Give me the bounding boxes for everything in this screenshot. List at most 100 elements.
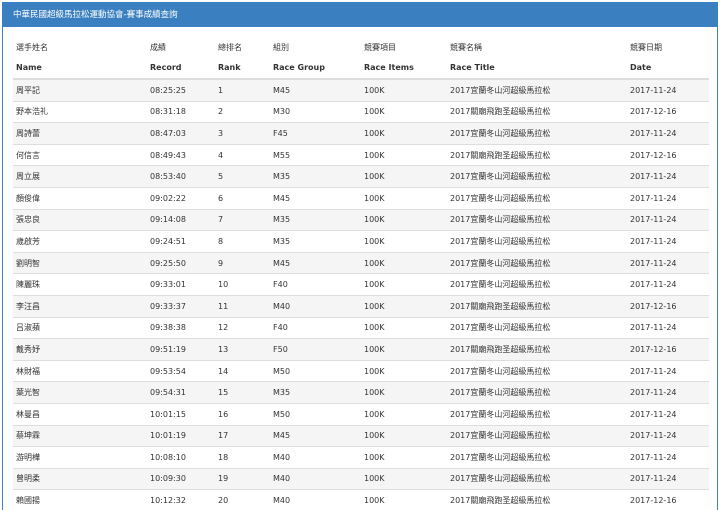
cell-race-items: 100K [361, 338, 447, 361]
results-panel: 中華民國超級馬拉松運動協會-賽事成績查詢 選手姓名 成績 總排名 組別 競賽項目… [2, 2, 718, 510]
table-row[interactable]: 劉明智 09:25:50 9 M45 100K 2017宜蘭冬山河超級馬拉松 2017-11… [13, 251, 709, 274]
cell-rank: 14 [215, 359, 270, 382]
table-row[interactable]: 周平記 08:25:25 1 M45 100K 2017宜蘭冬山河超級馬拉松 2017-11… [13, 78, 709, 102]
cell-rank: 8 [215, 230, 270, 253]
cell-record: 08:47:03 [147, 122, 215, 145]
header-row-english: Name Record Rank Race Group Race Items R… [13, 57, 709, 80]
cell-rank: 17 [215, 424, 270, 447]
cell-race-title: 2017關廟飛跑圣超級馬拉松 [447, 100, 627, 123]
cell-race-group: M35 [270, 208, 361, 231]
cell-name: 張忠良 [13, 208, 147, 231]
column-header-name: Name [13, 57, 147, 80]
cell-name: 葉光智 [13, 381, 147, 404]
cell-race-items: 100K [361, 316, 447, 339]
cell-record: 09:25:50 [147, 251, 215, 274]
table-row[interactable]: 曾明柔 10:09:30 19 M40 100K 2017宜蘭冬山河超級馬拉松 2017-1… [13, 467, 709, 490]
table-row[interactable]: 蔡坤霖 10:01:19 17 M45 100K 2017宜蘭冬山河超級馬拉松 2017-1… [13, 424, 709, 447]
cell-name: 周立展 [13, 165, 147, 188]
cell-race-title: 2017宜蘭冬山河超級馬拉松 [447, 402, 627, 425]
table-row[interactable]: 賴國揚 10:12:32 20 M40 100K 2017關廟飛跑圣超級馬拉松 2017-1… [13, 489, 709, 510]
cell-date: 2017-11-24 [627, 359, 709, 382]
cell-race-title: 2017宜蘭冬山河超級馬拉松 [447, 251, 627, 274]
table-row[interactable]: 周立展 08:53:40 5 M35 100K 2017宜蘭冬山河超級馬拉松 2017-11… [13, 165, 709, 188]
cell-date: 2017-11-24 [627, 165, 709, 188]
column-header-rank: Rank [215, 57, 270, 80]
table-row[interactable]: 歲啟芳 09:24:51 8 M35 100K 2017宜蘭冬山河超級馬拉松 2017-11… [13, 230, 709, 253]
table-row[interactable]: 顏俊偉 09:02:22 6 M45 100K 2017宜蘭冬山河超級馬拉松 2017-11… [13, 186, 709, 210]
cell-race-group: M45 [270, 78, 361, 102]
table-row[interactable]: 林財福 09:53:54 14 M50 100K 2017宜蘭冬山河超級馬拉松 2017-1… [13, 359, 709, 382]
cell-record: 08:53:40 [147, 165, 215, 188]
column-header-date: Date [627, 57, 709, 80]
cell-date: 2017-11-24 [627, 186, 709, 210]
column-header-title-zh: 競賽名稱 [450, 42, 482, 52]
cell-race-items: 100K [361, 381, 447, 404]
cell-race-title: 2017宜蘭冬山河超級馬拉松 [447, 446, 627, 469]
page-title: 中華民國超級馬拉松運動協會-賽事成績查詢 [3, 3, 717, 27]
cell-date: 2017-11-24 [627, 230, 709, 253]
cell-race-group: M50 [270, 402, 361, 425]
table-row[interactable]: 葉光智 09:54:31 15 M35 100K 2017宜蘭冬山河超級馬拉松 2017-1… [13, 381, 709, 404]
column-header-items-zh: 競賽項目 [364, 42, 396, 52]
cell-name: 周平記 [13, 78, 147, 102]
column-header-name-zh: 選手姓名 [16, 42, 48, 52]
cell-race-items: 100K [361, 489, 447, 510]
cell-race-group: F45 [270, 122, 361, 145]
table-row[interactable]: 戴秀妤 09:51:19 13 F50 100K 2017關廟飛跑圣超級馬拉松 2017-1… [13, 338, 709, 361]
cell-rank: 4 [215, 143, 270, 166]
cell-race-title: 2017關廟飛跑圣超級馬拉松 [447, 489, 627, 510]
cell-record: 09:02:22 [147, 186, 215, 210]
cell-record: 09:33:01 [147, 273, 215, 296]
cell-date: 2017-12-16 [627, 143, 709, 166]
cell-race-items: 100K [361, 100, 447, 123]
column-header-date-zh: 競賽日期 [630, 42, 662, 52]
cell-rank: 5 [215, 165, 270, 188]
table-body: 周平記 08:25:25 1 M45 100K 2017宜蘭冬山河超級馬拉松 2017-11… [13, 78, 709, 510]
table-row[interactable]: 李汪昌 09:33:37 11 M40 100K 2017關廟飛跑圣超級馬拉松 2017-1… [13, 294, 709, 318]
cell-name: 歲啟芳 [13, 230, 147, 253]
cell-race-group: F40 [270, 273, 361, 296]
cell-race-items: 100K [361, 424, 447, 447]
cell-race-group: M55 [270, 143, 361, 166]
cell-record: 10:08:10 [147, 446, 215, 469]
column-header-race-items: Race Items [361, 57, 447, 80]
cell-race-items: 100K [361, 186, 447, 210]
cell-record: 09:54:31 [147, 381, 215, 404]
cell-race-group: M45 [270, 186, 361, 210]
cell-record: 09:53:54 [147, 359, 215, 382]
table-row[interactable]: 吕淑蘋 09:38:38 12 F40 100K 2017宜蘭冬山河超級馬拉松 2017-1… [13, 316, 709, 339]
cell-name: 李汪昌 [13, 294, 147, 318]
cell-record: 10:01:19 [147, 424, 215, 447]
cell-race-items: 100K [361, 143, 447, 166]
cell-rank: 6 [215, 186, 270, 210]
cell-name: 蔡坤霖 [13, 424, 147, 447]
cell-race-title: 2017關廟飛跑圣超級馬拉松 [447, 294, 627, 318]
results-table: 選手姓名 成績 總排名 組別 競賽項目 競賽名稱 競賽日期 Name Recor… [13, 37, 709, 510]
table-row[interactable]: 何信言 08:49:43 4 M55 100K 2017關廟飛跑圣超級馬拉松 2017-12… [13, 143, 709, 166]
table-row[interactable]: 張忠良 09:14:08 7 M35 100K 2017宜蘭冬山河超級馬拉松 2017-11… [13, 208, 709, 231]
cell-race-title: 2017宜蘭冬山河超級馬拉松 [447, 230, 627, 253]
cell-race-items: 100K [361, 273, 447, 296]
table-row[interactable]: 林曼昌 10:01:15 16 M50 100K 2017宜蘭冬山河超級馬拉松 2017-1… [13, 402, 709, 425]
cell-rank: 11 [215, 294, 270, 318]
cell-record: 09:38:38 [147, 316, 215, 339]
cell-race-title: 2017宜蘭冬山河超級馬拉松 [447, 186, 627, 210]
table-row[interactable]: 陳麗珠 09:33:01 10 F40 100K 2017宜蘭冬山河超級馬拉松 2017-1… [13, 273, 709, 296]
cell-race-title: 2017宜蘭冬山河超級馬拉松 [447, 359, 627, 382]
cell-record: 08:49:43 [147, 143, 215, 166]
cell-date: 2017-11-24 [627, 122, 709, 145]
table-row[interactable]: 野本浩礼 08:31:18 2 M30 100K 2017關廟飛跑圣超級馬拉松 2017-1… [13, 100, 709, 123]
cell-date: 2017-12-16 [627, 294, 709, 318]
cell-rank: 20 [215, 489, 270, 510]
cell-race-title: 2017宜蘭冬山河超級馬拉松 [447, 316, 627, 339]
table-row[interactable]: 周詩蕾 08:47:03 3 F45 100K 2017宜蘭冬山河超級馬拉松 2017-11… [13, 122, 709, 145]
cell-date: 2017-11-24 [627, 446, 709, 469]
cell-race-title: 2017宜蘭冬山河超級馬拉松 [447, 122, 627, 145]
cell-name: 戴秀妤 [13, 338, 147, 361]
cell-race-title: 2017關廟飛跑圣超級馬拉松 [447, 338, 627, 361]
table-row[interactable]: 游明樺 10:08:10 18 M40 100K 2017宜蘭冬山河超級馬拉松 2017-1… [13, 446, 709, 469]
cell-date: 2017-11-24 [627, 381, 709, 404]
cell-record: 09:24:51 [147, 230, 215, 253]
cell-name: 吕淑蘋 [13, 316, 147, 339]
column-header-race-title: Race Title [447, 57, 627, 80]
